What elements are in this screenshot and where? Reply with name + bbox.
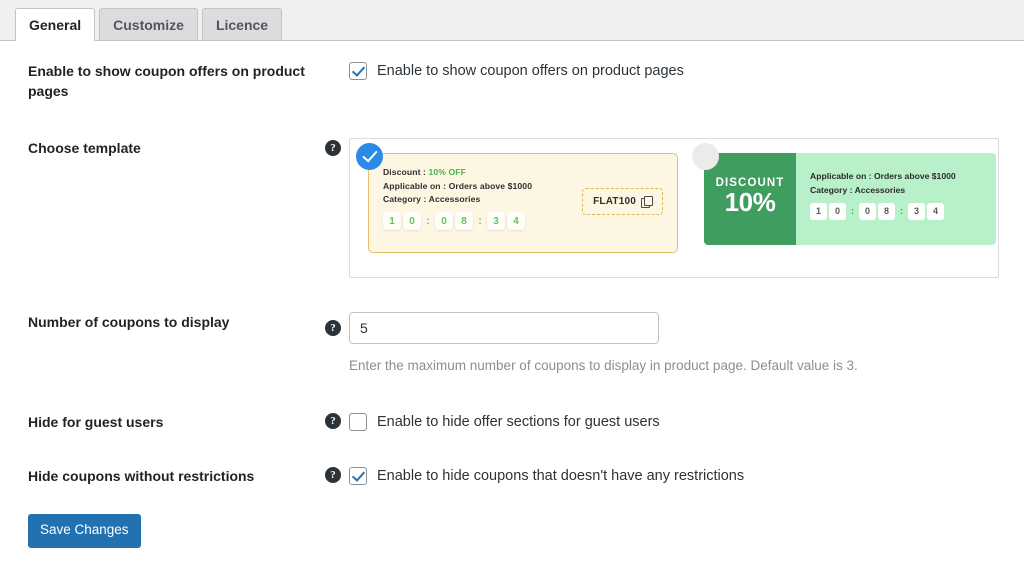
coupon-countdown-green: 1 0 : 0 8 : 3 4 bbox=[810, 202, 996, 220]
countdown-separator: : bbox=[851, 206, 854, 217]
row-hide-unrestricted-coupons-label: Hide coupons without restrictions bbox=[28, 468, 255, 485]
template-selected-check-icon[interactable] bbox=[356, 142, 383, 170]
coupon-discount-label: Discount : bbox=[383, 166, 429, 177]
enable-offers-checkbox-label: Enable to show coupon offers on product … bbox=[377, 63, 684, 79]
coupon-applicable-line: Applicable on : Orders above $1000 bbox=[810, 170, 956, 181]
tab-customize[interactable]: Customize bbox=[99, 8, 198, 40]
coupon-discount-line: Discount : 10% OFF bbox=[383, 166, 663, 180]
countdown-digit: 4 bbox=[507, 212, 525, 231]
coupon-code-box[interactable]: FLAT100 bbox=[582, 187, 663, 215]
countdown-digit: 8 bbox=[455, 212, 473, 231]
tab-licence-label: Licence bbox=[215, 16, 269, 33]
template-option-classic-yellow[interactable]: Discount : 10% OFF Applicable on : Order… bbox=[356, 142, 678, 253]
template-unselected-circle-icon[interactable] bbox=[692, 142, 719, 170]
row-hide-guest-users: Hide for guest users ? Enable to hide of… bbox=[0, 392, 1024, 452]
row-number-of-coupons-label: Number of coupons to display bbox=[28, 313, 230, 330]
row-choose-template-label: Choose template bbox=[28, 139, 141, 156]
help-icon-hide-unrestricted-coupons[interactable]: ? bbox=[325, 467, 341, 484]
hide-guest-users-checkbox[interactable] bbox=[349, 412, 367, 431]
row-hide-guest-users-label: Hide for guest users bbox=[28, 413, 164, 430]
coupon-countdown-yellow: 1 0 : 0 8 : 3 4 bbox=[383, 212, 663, 231]
coupon-discount-badge: DISCOUNT 10% bbox=[704, 152, 796, 245]
coupon-preview-green: DISCOUNT 10% Applicable on : Orders abov… bbox=[704, 152, 996, 245]
countdown-digit: 3 bbox=[908, 202, 925, 220]
countdown-separator: : bbox=[478, 215, 482, 227]
countdown-digit: 3 bbox=[487, 212, 505, 231]
countdown-digit: 1 bbox=[383, 212, 401, 231]
countdown-digit: 0 bbox=[403, 212, 421, 231]
enable-offers-checkbox[interactable] bbox=[349, 62, 367, 81]
copy-icon[interactable] bbox=[641, 195, 653, 208]
settings-form: Enable to show coupon offers on product … bbox=[0, 41, 1024, 548]
tab-general[interactable]: General bbox=[15, 8, 96, 41]
help-icon-choose-template[interactable]: ? bbox=[325, 139, 341, 156]
row-hide-unrestricted-coupons: Hide coupons without restrictions ? Enab… bbox=[0, 446, 1024, 506]
hide-unrestricted-coupons-checkbox-group[interactable]: Enable to hide coupons that doesn't have… bbox=[349, 466, 744, 486]
coupon-discount-percent: 10% bbox=[724, 186, 776, 217]
number-of-coupons-input[interactable] bbox=[349, 311, 659, 344]
coupon-category-line: Category : Accessories bbox=[810, 184, 906, 195]
row-choose-template: Choose template ? Discount : 10% OFF App… bbox=[0, 118, 1024, 298]
coupon-preview-yellow: Discount : 10% OFF Applicable on : Order… bbox=[368, 152, 678, 253]
hide-unrestricted-coupons-checkbox-label: Enable to hide coupons that doesn't have… bbox=[377, 468, 745, 485]
save-changes-button[interactable]: Save Changes bbox=[28, 514, 141, 548]
template-option-badge-green[interactable]: DISCOUNT 10% Applicable on : Orders abov… bbox=[692, 142, 996, 253]
help-icon-number-of-coupons[interactable]: ? bbox=[325, 319, 341, 336]
tab-licence[interactable]: Licence bbox=[201, 8, 283, 40]
template-chooser: Discount : 10% OFF Applicable on : Order… bbox=[349, 137, 999, 278]
countdown-separator: : bbox=[426, 215, 430, 227]
row-enable-offers-label: Enable to show coupon offers on product … bbox=[28, 63, 305, 100]
enable-offers-checkbox-group[interactable]: Enable to show coupon offers on product … bbox=[349, 61, 684, 81]
help-icon-hide-guest-users[interactable]: ? bbox=[325, 412, 341, 429]
row-enable-offers: Enable to show coupon offers on product … bbox=[0, 41, 1024, 122]
countdown-digit: 0 bbox=[859, 202, 876, 220]
form-footer: Save Changes bbox=[0, 506, 1024, 548]
number-of-coupons-hint: Enter the maximum number of coupons to d… bbox=[349, 357, 858, 373]
countdown-digit: 4 bbox=[927, 202, 944, 220]
coupon-discount-value: 10% OFF bbox=[428, 166, 466, 177]
tab-customize-label: Customize bbox=[113, 16, 184, 33]
countdown-digit: 0 bbox=[829, 202, 846, 220]
settings-page: General Customize Licence Enable to show… bbox=[0, 0, 1024, 563]
hide-guest-users-checkbox-group[interactable]: Enable to hide offer sections for guest … bbox=[349, 412, 660, 432]
hide-guest-users-checkbox-label: Enable to hide offer sections for guest … bbox=[377, 413, 660, 430]
countdown-separator: : bbox=[900, 206, 903, 217]
countdown-digit: 0 bbox=[435, 212, 453, 231]
countdown-digit: 8 bbox=[878, 202, 895, 220]
tab-general-label: General bbox=[29, 17, 82, 33]
coupon-details-green: Applicable on : Orders above $1000 Categ… bbox=[796, 152, 996, 245]
coupon-code-text: FLAT100 bbox=[593, 195, 636, 207]
row-number-of-coupons: Number of coupons to display ? Enter the… bbox=[0, 292, 1024, 396]
countdown-digit: 1 bbox=[810, 202, 827, 220]
hide-unrestricted-coupons-checkbox[interactable] bbox=[349, 467, 367, 486]
tab-bar: General Customize Licence bbox=[0, 0, 1024, 41]
